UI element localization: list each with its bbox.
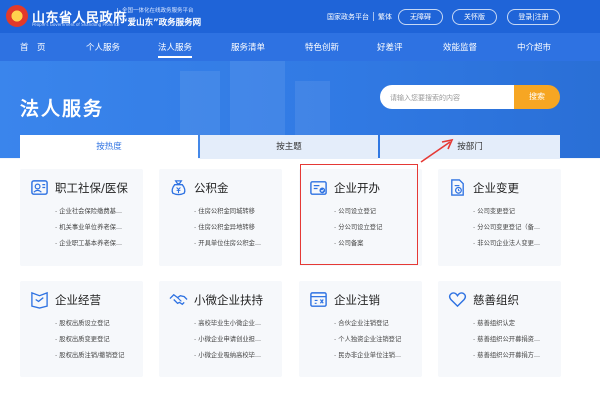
page-title: 法人服务 (20, 98, 105, 120)
card-item[interactable]: 民办非企业单位注销... (334, 350, 414, 366)
card-title: 小微企业扶持 (194, 293, 263, 307)
main-nav: 首 页 个人服务 法人服务 服务清单 特色创新 好差评 效能监督 中介超市 (0, 33, 600, 61)
card-item-list: 住房公积金同城转移 住房公积金异地转移 开具单位住房公积金... (194, 206, 274, 254)
nav-item-personal[interactable]: 个人服务 (86, 41, 120, 53)
card-item-list: 慈善组织认定 慈善组织公开募捐资... 慈善组织公开募捐方... (473, 318, 553, 366)
toplink-divider (373, 12, 374, 21)
card-item[interactable]: 企业职工基本养老保... (55, 238, 135, 254)
accessibility-button[interactable]: 无障碍 (398, 9, 443, 25)
card-item[interactable]: 合伙企业注销登记 (334, 318, 414, 334)
card-title: 职工社保/医保 (55, 181, 128, 195)
traditional-chinese-link[interactable]: 繁体 (378, 12, 392, 22)
card-title: 企业变更 (473, 181, 519, 195)
card-item[interactable]: 股权出质设立登记 (55, 318, 135, 334)
card-item-list: 合伙企业注销登记 个人独资企业注销登记 民办非企业单位注销... (334, 318, 414, 366)
card-title: 企业经营 (55, 293, 101, 307)
card-title: 公积金 (194, 181, 229, 195)
nav-item-innovation[interactable]: 特色创新 (305, 41, 339, 53)
card-item[interactable]: 慈善组织公开募捐方... (473, 350, 553, 366)
card-title: 企业开办 (334, 181, 380, 195)
card-item[interactable]: 开具单位住房公积金... (194, 238, 274, 254)
card-item[interactable]: 公司设立登记 (334, 206, 414, 222)
service-card-social-insurance[interactable]: 职工社保/医保 企业社会保险缴费基... 机关事业单位养老保... 企业职工基本… (20, 169, 143, 266)
card-item[interactable]: 公司变更登记 (473, 206, 553, 222)
card-item[interactable]: 股权出质变更登记 (55, 334, 135, 350)
provident-fund-icon (171, 180, 186, 196)
nav-item-home[interactable]: 首 页 (20, 41, 46, 53)
search-input[interactable] (380, 86, 514, 110)
card-item[interactable]: 慈善组织公开募捐资... (473, 334, 553, 350)
service-card-enterprise-opening[interactable]: 企业开办 公司设立登记 分公司设立登记 公司备案 (299, 169, 422, 266)
site-brand-en: People's Government of Shandong Province (32, 22, 120, 27)
search-button[interactable]: 搜索 (514, 85, 560, 109)
service-card-charity-organization[interactable]: 慈善组织 慈善组织认定 慈善组织公开募捐资... 慈善组织公开募捐方... (438, 281, 561, 377)
card-item[interactable]: 小微企业吸纳高校毕... (194, 350, 274, 366)
social-insurance-icon (31, 180, 48, 195)
card-item[interactable]: 分公司设立登记 (334, 222, 414, 238)
nav-item-evaluation[interactable]: 好差评 (377, 41, 403, 53)
card-item[interactable]: 慈善组织认定 (473, 318, 553, 334)
tab-by-popularity[interactable]: 按热度 (20, 135, 198, 159)
card-item[interactable]: 企业社会保险缴费基... (55, 206, 135, 222)
card-item-list: 公司变更登记 分公司变更登记（备... 非公司企业法人变更... (473, 206, 553, 254)
handshake-icon (169, 293, 188, 306)
card-item-list: 企业社会保险缴费基... 机关事业单位养老保... 企业职工基本养老保... (55, 206, 135, 254)
slogan-main: “爱山东”政务服务网 (122, 18, 202, 28)
card-item[interactable]: 小微企业申请创业担... (194, 334, 274, 350)
service-card-enterprise-operation[interactable]: 企业经营 股权出质设立登记 股权出质变更登记 股权出质注销/撤销登记 (20, 281, 143, 377)
enterprise-cancel-icon (310, 292, 327, 307)
care-mode-button[interactable]: 关怀版 (452, 9, 497, 25)
card-item[interactable]: 机关事业单位养老保... (55, 222, 135, 238)
top-bar: 山东省人民政府 People's Government of Shandong … (0, 0, 600, 33)
enterprise-change-icon (451, 179, 464, 196)
enterprise-opening-icon (310, 181, 327, 195)
nav-item-legal-person[interactable]: 法人服务 (158, 41, 193, 58)
brand-divider (117, 8, 118, 26)
login-register-button[interactable]: 登录|注册 (507, 9, 560, 25)
card-item[interactable]: 高校毕业生小微企业... (194, 318, 274, 334)
heart-icon (448, 292, 467, 308)
nav-item-supervision[interactable]: 效能监督 (443, 41, 477, 53)
card-item[interactable]: 分公司变更登记（备... (473, 222, 553, 238)
card-item[interactable]: 住房公积金异地转移 (194, 222, 274, 238)
sort-tabs: 按热度 按主题 按部门 (20, 135, 560, 159)
annotation-arrow-icon (420, 138, 454, 163)
tab-by-department[interactable]: 按部门 (380, 135, 560, 159)
card-item[interactable]: 住房公积金同城转移 (194, 206, 274, 222)
card-item-list: 高校毕业生小微企业... 小微企业申请创业担... 小微企业吸纳高校毕... (194, 318, 274, 366)
card-item-list: 公司设立登记 分公司设立登记 公司备案 (334, 206, 414, 254)
slogan-top: 全国一体化在线政务服务平台 (122, 8, 194, 14)
service-card-small-business-support[interactable]: 小微企业扶持 高校毕业生小微企业... 小微企业申请创业担... 小微企业吸纳高… (159, 281, 282, 377)
tab-by-topic[interactable]: 按主题 (200, 135, 378, 159)
service-card-enterprise-change[interactable]: 企业变更 公司变更登记 分公司变更登记（备... 非公司企业法人变更... (438, 169, 561, 266)
card-item[interactable]: 个人独资企业注销登记 (334, 334, 414, 350)
enterprise-operation-icon (31, 291, 48, 309)
card-title: 慈善组织 (473, 293, 519, 307)
service-card-provident-fund[interactable]: 公积金 住房公积金同城转移 住房公积金异地转移 开具单位住房公积金... (159, 169, 282, 266)
card-item-list: 股权出质设立登记 股权出质变更登记 股权出质注销/撤销登记 (55, 318, 135, 366)
nav-item-service-list[interactable]: 服务清单 (231, 41, 265, 53)
card-title: 企业注销 (334, 293, 380, 307)
nav-item-agency-market[interactable]: 中介超市 (517, 41, 551, 53)
national-platform-link[interactable]: 国家政务平台 (327, 12, 369, 22)
search-box (380, 85, 514, 110)
card-item[interactable]: 公司备案 (334, 238, 414, 254)
card-item[interactable]: 非公司企业法人变更... (473, 238, 553, 254)
card-item[interactable]: 股权出质注销/撤销登记 (55, 350, 135, 366)
service-card-enterprise-cancellation[interactable]: 企业注销 合伙企业注销登记 个人独资企业注销登记 民办非企业单位注销... (299, 281, 422, 377)
national-emblem-icon (6, 5, 28, 27)
